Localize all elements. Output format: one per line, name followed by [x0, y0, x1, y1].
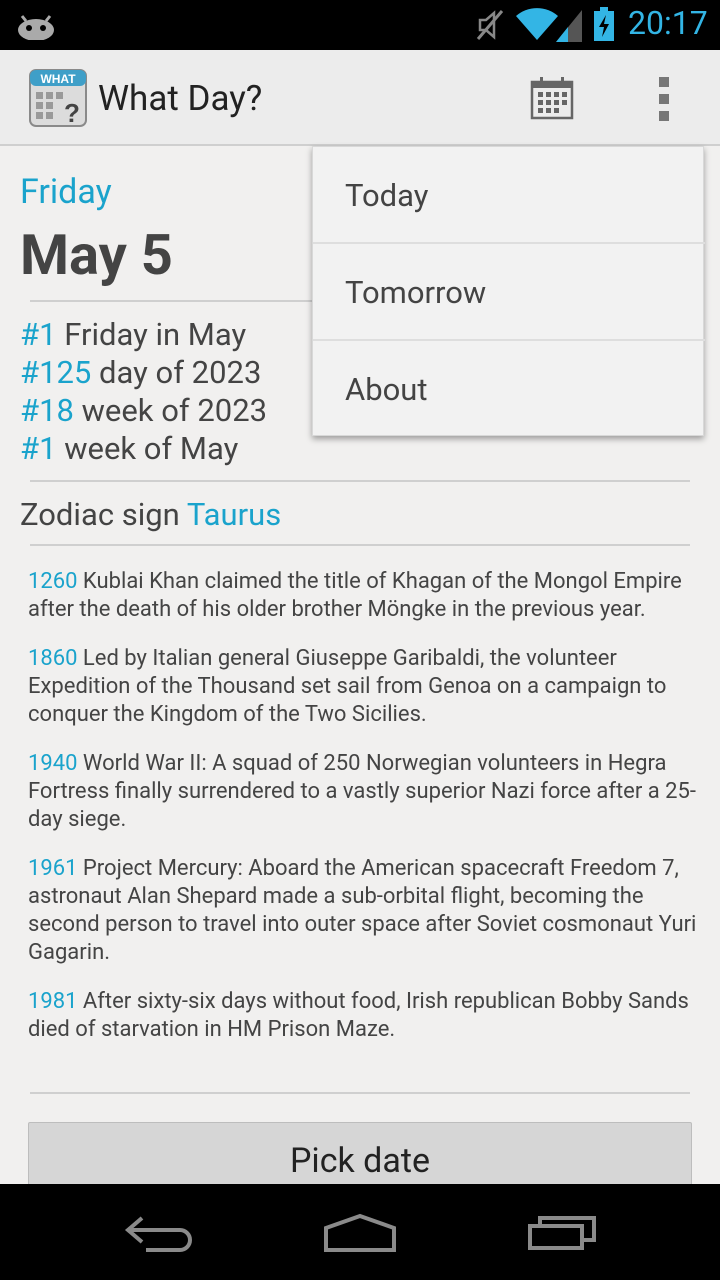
- divider: [30, 480, 690, 482]
- menu-item-about[interactable]: About: [313, 341, 705, 438]
- date-heading: May 5: [20, 222, 173, 288]
- calendar-icon[interactable]: [528, 74, 576, 122]
- stat-weekday-in-month: #1 Friday in May: [20, 316, 247, 353]
- events-list: 1260 Kublai Khan claimed the title of Kh…: [28, 568, 698, 1065]
- stat-week-of-year: #18 week of 2023: [20, 392, 268, 429]
- event-item: 1860 Led by Italian general Giuseppe Gar…: [28, 646, 667, 727]
- overflow-menu: Today Tomorrow About: [312, 146, 705, 438]
- battery-charging-icon: [594, 7, 614, 41]
- app-title: What Day?: [98, 78, 263, 119]
- overflow-menu-icon[interactable]: [656, 74, 672, 122]
- action-bar: WHAT ? What Day?: [0, 50, 720, 146]
- menu-item-label: Tomorrow: [345, 274, 487, 311]
- divider: [30, 544, 690, 546]
- event-item: 1260 Kublai Khan claimed the title of Kh…: [28, 569, 682, 622]
- status-clock: 20:17: [628, 4, 708, 42]
- zodiac-sign: Zodiac sign Taurus: [20, 496, 282, 533]
- app-icon-text: WHAT: [40, 72, 76, 86]
- event-item: 1961 Project Mercury: Aboard the America…: [28, 856, 697, 965]
- mute-icon: [476, 10, 504, 40]
- android-icon: [18, 15, 54, 40]
- pick-date-button[interactable]: Pick date: [28, 1122, 692, 1184]
- status-bar: 20:17: [0, 0, 720, 50]
- menu-item-tomorrow[interactable]: Tomorrow: [313, 244, 705, 341]
- menu-item-label: About: [345, 371, 428, 408]
- event-item: 1981 After sixty-six days without food, …: [28, 989, 689, 1042]
- stat-day-of-year: #125 day of 2023: [20, 354, 262, 391]
- weekday-label: Friday: [20, 172, 112, 212]
- stat-week-of-month: #1 week of May: [20, 430, 239, 467]
- menu-item-today[interactable]: Today: [313, 147, 705, 244]
- menu-item-label: Today: [345, 177, 429, 214]
- home-icon[interactable]: [322, 1212, 398, 1252]
- navigation-bar: [0, 1184, 720, 1280]
- divider: [30, 1092, 690, 1094]
- app-logo-icon[interactable]: WHAT ?: [28, 68, 88, 128]
- recent-apps-icon[interactable]: [526, 1212, 598, 1252]
- event-item: 1940 World War II: A squad of 250 Norweg…: [28, 751, 696, 832]
- svg-text:?: ?: [64, 98, 80, 128]
- back-icon[interactable]: [124, 1212, 196, 1252]
- signal-icon: [556, 10, 582, 42]
